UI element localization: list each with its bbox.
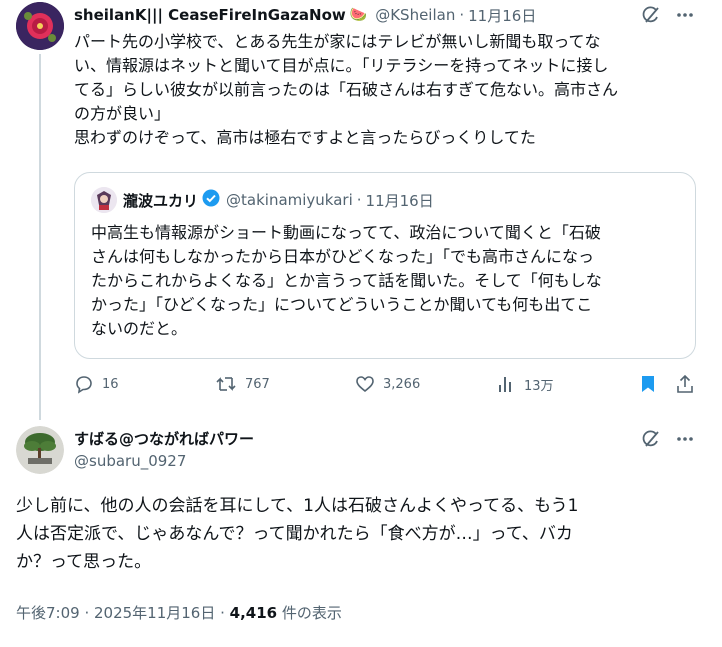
views-icon — [499, 377, 511, 392]
text-line: 人は否定派で、じゃあなんで？って聞かれたら「食べ方が…」って、バカ — [16, 524, 573, 544]
tweet-text: 少し前に、他の人の会話を耳にして、1人は石破さんよくやってる、もう1 人は否定派… — [16, 492, 706, 576]
display-name[interactable]: sheilanK||| CeaseFireInGazaNow — [74, 6, 346, 24]
repost-count: 767 — [245, 376, 270, 392]
grok-icon[interactable] — [640, 4, 662, 26]
avatar[interactable] — [16, 426, 64, 474]
avatar[interactable] — [16, 2, 64, 50]
quote-date: 11月16日 — [365, 191, 434, 210]
tweet-header: すばる@つながればパワー @subaru_0927 — [74, 428, 254, 472]
views-count: 13万 — [524, 378, 554, 394]
display-name[interactable]: すばる@つながればパワー — [74, 428, 254, 450]
share-icon[interactable] — [675, 374, 695, 394]
verified-badge-icon — [202, 189, 220, 211]
tweet-timestamp: 午後7:09 · 2025年11月16日 · 4,416 件の表示 — [16, 602, 342, 623]
text-line: い、情報源はネットと聞いて目が点に。「リテラシーを持ってネットに接し — [74, 56, 609, 75]
text-line: さんは何もしなかったから日本がひどくなった」「でも高市さんになっ — [91, 247, 595, 266]
repost-icon — [216, 377, 236, 391]
like-button[interactable]: 3,266 — [355, 374, 420, 394]
handle[interactable]: @KSheilan — [375, 6, 455, 24]
text-line: 思わずのけぞって、高市は極右ですよと言ったらびっくりしてた — [74, 128, 536, 147]
reply-button[interactable]: 16 — [74, 374, 119, 394]
quote-avatar — [91, 187, 117, 213]
bookmark-icon[interactable] — [638, 374, 658, 394]
text-line: か？って思った。 — [16, 552, 152, 572]
tweet-1: sheilanK||| CeaseFireInGazaNow 🍉 @KSheil… — [0, 0, 722, 420]
tweet-text: パート先の小学校で、とある先生が家にはテレビが無いし新聞も取ってな い、情報源は… — [74, 30, 706, 150]
quoted-tweet[interactable]: 瀧波ユカリ @takinamiyukari · 11月16日 中高生も情報源がシ… — [74, 172, 696, 359]
reply-icon — [76, 376, 92, 394]
tweet-date[interactable]: 11月16日 — [468, 5, 536, 26]
text-line: かった」「ひどくなった」についてどういうことか聞いても何も出てこ — [91, 295, 593, 314]
text-line: ないのだと。 — [91, 319, 188, 338]
more-icon[interactable] — [674, 428, 696, 450]
repost-button[interactable]: 767 — [215, 374, 270, 394]
tweet-2: すばる@つながればパワー @subaru_0927 少し前に、他の人の会話を耳に… — [0, 408, 722, 647]
views-button[interactable]: 13万 — [496, 374, 554, 394]
tweet-header: sheilanK||| CeaseFireInGazaNow 🍉 @KSheil… — [74, 4, 536, 26]
text-line: たからこれからよくなる」とか言うって話を聞いた。そして「何もしな — [91, 271, 602, 290]
separator-dot: · — [356, 191, 362, 209]
text-line: てる」らしい彼女が以前言ったのは「石破さんは右すぎて危ない。高市さん — [74, 80, 619, 99]
name-emoji: 🍉 — [349, 7, 368, 23]
like-count: 3,266 — [383, 376, 421, 392]
text-line: 中高生も情報源がショート動画になってて、政治について聞くと「石破 — [91, 223, 601, 242]
reply-count: 16 — [102, 376, 119, 392]
quote-header: 瀧波ユカリ @takinamiyukari · 11月16日 — [123, 189, 434, 211]
like-icon — [356, 376, 374, 393]
views-count[interactable]: 4,416 — [230, 604, 277, 622]
timestamp-text[interactable]: 午後7:09 · 2025年11月16日 · — [16, 604, 230, 622]
handle[interactable]: @subaru_0927 — [74, 450, 254, 472]
text-line: パート先の小学校で、とある先生が家にはテレビが無いし新聞も取ってな — [74, 32, 601, 51]
text-line: の方が良い」 — [74, 104, 171, 123]
grok-icon[interactable] — [640, 428, 662, 450]
quote-handle: @takinamiyukari — [226, 191, 353, 209]
text-line: 少し前に、他の人の会話を耳にして、1人は石破さんよくやってる、もう1 — [16, 496, 579, 516]
quote-text: 中高生も情報源がショート動画になってて、政治について聞くと「石破 さんは何もしな… — [91, 221, 685, 341]
thread-line — [39, 54, 41, 420]
views-label: 件の表示 — [277, 604, 342, 622]
more-icon[interactable] — [674, 4, 696, 26]
separator-dot: · — [459, 6, 465, 24]
quote-display-name: 瀧波ユカリ — [123, 191, 199, 210]
